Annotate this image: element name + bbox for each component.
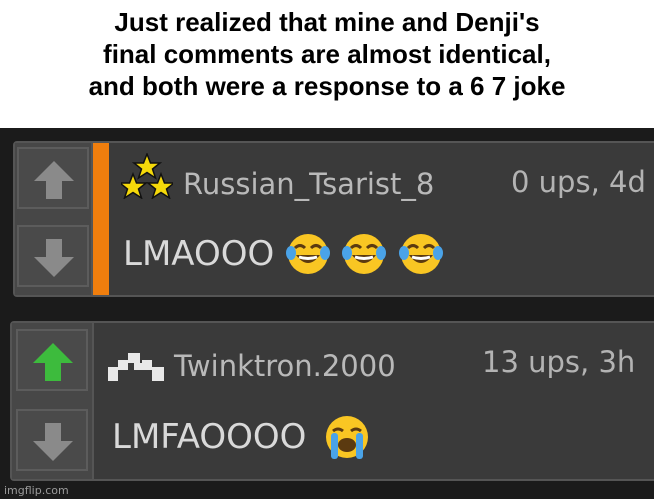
tears-of-joy-emoji-icon bbox=[342, 234, 387, 274]
vote-column bbox=[12, 323, 94, 479]
down-arrow-icon bbox=[33, 423, 73, 461]
comment-text: LMFAOOOO bbox=[112, 417, 307, 457]
caption-line-1: Just realized that mine and Denji's bbox=[114, 7, 540, 37]
username[interactable]: Twinktron.2000 bbox=[174, 349, 396, 383]
downvote-button[interactable] bbox=[16, 409, 88, 471]
upvote-button[interactable] bbox=[17, 147, 89, 209]
comment-meta: 13 ups, 3h bbox=[482, 345, 636, 379]
meme-caption: Just realized that mine and Denji's fina… bbox=[0, 0, 654, 128]
up-arrow-icon bbox=[33, 343, 73, 381]
three-stars-icon bbox=[121, 153, 173, 199]
tears-of-joy-emoji-icon bbox=[285, 234, 330, 274]
username[interactable]: Russian_Tsarist_8 bbox=[183, 167, 434, 201]
down-arrow-icon bbox=[34, 239, 74, 277]
comment-1: Russian_Tsarist_8 0 ups, 4d LMAOOO bbox=[13, 141, 654, 297]
comments-screenshot: Russian_Tsarist_8 0 ups, 4d LMAOOO Twink… bbox=[0, 128, 654, 499]
comment-meta: 0 ups, 4d bbox=[511, 165, 646, 199]
op-accent-bar bbox=[93, 143, 109, 295]
comment-body: LMFAOOOO bbox=[112, 413, 371, 461]
comment-text: LMAOOO bbox=[123, 234, 275, 274]
caption-line-2: final comments are almost identical, bbox=[103, 39, 551, 69]
downvote-button[interactable] bbox=[17, 225, 89, 287]
watermark: imgflip.com bbox=[4, 484, 69, 497]
tears-of-joy-emoji-icon bbox=[398, 234, 443, 274]
vote-column bbox=[15, 143, 93, 295]
caption-line-3: and both were a response to a 6 7 joke bbox=[88, 71, 566, 101]
pixel-blocks-icon bbox=[108, 353, 164, 381]
up-arrow-icon bbox=[34, 161, 74, 199]
loudly-crying-face-emoji-icon bbox=[325, 416, 368, 459]
comment-2: Twinktron.2000 13 ups, 3h LMFAOOOO bbox=[10, 321, 654, 481]
comment-body: LMAOOO bbox=[123, 231, 444, 277]
upvote-button[interactable] bbox=[16, 329, 88, 391]
